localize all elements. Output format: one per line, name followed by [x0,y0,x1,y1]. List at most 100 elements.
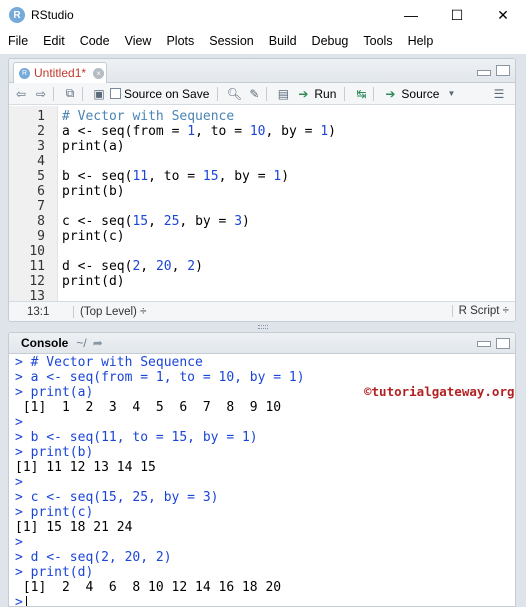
numeric-literal: 25 [163,214,180,229]
console-line-text: > [15,535,23,550]
console-pane: Console ~/ ➦ ©tutorialgateway.org > # Ve… [8,332,516,607]
console-line-text: > d <- seq(2, 20, 2) [15,550,172,565]
line-number: 1 [37,109,45,124]
code-token: , by = [218,169,274,184]
console-tab[interactable]: Console [21,336,68,350]
code-token: , to = [148,169,203,184]
code-line: 9 print(c) [9,229,515,244]
minimize-window-button[interactable]: — [388,0,434,30]
run-arrow-icon[interactable]: ➔ [295,86,311,102]
window-title: RStudio [31,8,74,22]
toolbar-divider [82,86,83,101]
menu-session[interactable]: Session [201,34,260,48]
chevron-down-icon[interactable]: ▼ [443,86,459,102]
source-on-save-checkbox[interactable] [110,88,121,99]
code-text: c <- seq(15, 25, by = 3) [62,214,250,229]
code-token: , [171,259,188,274]
code-line: 3 print(a) [9,139,515,154]
close-window-button[interactable]: ✕ [480,0,526,30]
code-token: a <- seq(from = [62,124,188,139]
file-type-selector[interactable]: R Script ÷ [451,305,509,317]
line-number: 3 [37,139,45,154]
menu-code[interactable]: Code [72,34,117,48]
source-tab-strip: R Untitled1* × [9,59,515,83]
code-line: 2a <- seq(from = 1, to = 10, by = 1) [9,124,515,139]
code-token: , by = [265,124,321,139]
minimize-console-icon[interactable] [477,341,491,347]
show-in-window-icon[interactable]: ⧉ [62,86,78,102]
text-cursor [25,596,27,606]
console-output-line: [1] 2 4 6 8 10 12 14 16 18 20 [15,580,281,595]
console-line-text: [1] 11 12 13 14 15 [15,460,156,475]
forward-arrow-icon[interactable]: ⇨ [33,86,49,102]
console-input-line: > [15,475,23,490]
console-line-text: > print(d) [15,565,94,580]
line-number: 12 [29,274,45,289]
pane-splitter-handle[interactable] [258,325,268,329]
toolbar-divider [217,86,219,101]
console-input-line: > a <- seq(from = 1, to = 10, by = 1) [15,370,305,385]
console-line-text: > [15,595,23,607]
code-text: print(a) [62,139,125,154]
line-number: 10 [29,244,45,259]
console-line-text: > b <- seq(11, to = 15, by = 1) [15,430,258,445]
console-line-text: > a <- seq(from = 1, to = 10, by = 1) [15,370,305,385]
search-icon[interactable]: 🔍︎ [226,86,242,102]
go-to-directory-icon[interactable]: ➦ [93,336,103,350]
code-token: , [148,214,164,229]
source-arrow-icon[interactable]: ➔ [382,86,398,102]
menu-plots[interactable]: Plots [158,34,201,48]
console-output[interactable]: ©tutorialgateway.org > # Vector with Seq… [9,354,515,607]
maximize-pane-icon[interactable] [496,65,510,76]
console-line-text: > [15,475,23,490]
save-icon[interactable]: ▣ [91,86,107,102]
rerun-icon[interactable]: ↹ [353,86,369,102]
code-tools-wand-icon[interactable]: ✎ [246,86,262,102]
console-line-text: [1] 1 2 3 4 5 6 7 8 9 10 [15,400,282,415]
menu-view[interactable]: View [117,34,159,48]
console-line-text: > print(b) [15,445,94,460]
menu-edit[interactable]: Edit [35,34,72,48]
minimize-pane-icon[interactable] [477,70,491,76]
scope-selector[interactable]: (Top Level) ÷ [73,305,146,318]
line-number: 9 [37,229,45,244]
code-token: print(d) [62,274,125,289]
menu-file[interactable]: File [0,34,35,48]
maximize-console-icon[interactable] [496,338,510,349]
code-token: ) [281,169,290,184]
run-button[interactable]: Run [314,87,336,101]
numeric-literal: 1 [187,124,196,139]
numeric-literal: 20 [155,259,172,274]
tab-untitled1[interactable]: R Untitled1* × [13,62,107,83]
title-bar: R RStudio — ☐ ✕ [0,0,526,30]
code-token: , [140,259,156,274]
line-number: 6 [37,184,45,199]
console-line-text: [1] 2 4 6 8 10 12 14 16 18 20 [15,580,282,595]
compile-report-icon[interactable]: ▤ [275,86,291,102]
working-directory: ~/ [76,336,87,350]
menu-debug[interactable]: Debug [304,34,356,48]
console-input-line: > [15,595,27,607]
toolbar-divider [266,86,268,101]
menu-tools[interactable]: Tools [355,34,399,48]
code-token: print(b) [62,184,125,199]
console-input-line: > print(d) [15,565,93,580]
numeric-literal: 1 [320,124,329,139]
document-outline-icon[interactable]: ☰ [491,86,507,102]
menu-help[interactable]: Help [400,34,441,48]
code-token: d <- seq( [62,259,133,274]
console-input-line: > d <- seq(2, 20, 2) [15,550,172,565]
source-button[interactable]: Source [401,87,439,101]
console-header: Console ~/ ➦ [9,333,515,354]
console-line-text: > print(c) [15,505,94,520]
close-tab-icon[interactable]: × [93,67,105,79]
code-editor[interactable]: 1 # Vector with Sequence 2 a <- seq(from = … [9,106,515,304]
code-token: , by = [179,214,235,229]
console-output-line: [1] 1 2 3 4 5 6 7 8 9 10 [15,400,281,415]
menu-build[interactable]: Build [261,34,304,48]
source-toolbar: ⇦ ⇨ ⧉ ▣ Source on Save 🔍︎ ✎ ▤ ➔ Run ↹ ➔ … [9,83,515,105]
maximize-window-button[interactable]: ☐ [434,0,480,30]
back-arrow-icon[interactable]: ⇦ [13,86,29,102]
watermark: ©tutorialgateway.org [364,384,515,399]
numeric-literal: 1 [273,169,282,184]
